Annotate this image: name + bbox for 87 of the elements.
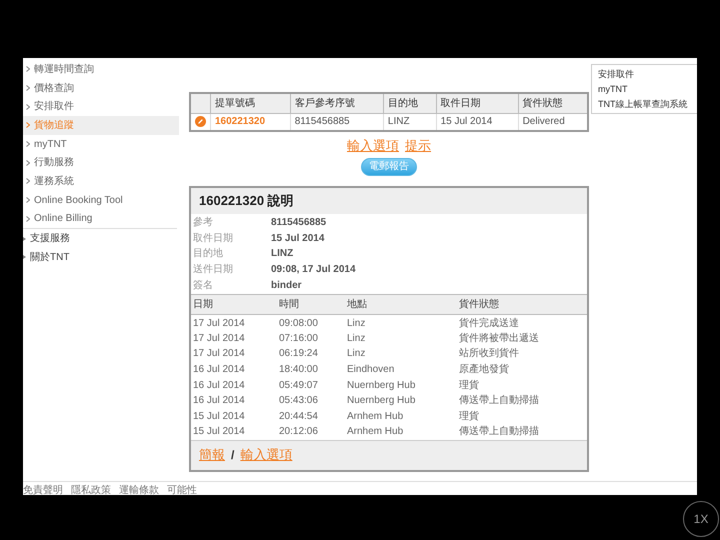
sidebar-section[interactable]: 支援服務 [23,229,179,248]
field-value: LINZ [271,247,294,262]
column-header: 客戶參考序號 [290,93,384,113]
table-cell: Eindhoven [345,362,457,378]
column-header: 貨件狀態 [518,93,588,113]
column-header: 日期 [191,294,277,315]
table-cell: 07:16:00 [277,330,345,346]
table-cell: 傳送帶上自動掃描 [457,424,587,440]
sidebar-item[interactable]: 價格查詢 [23,78,179,98]
table-cell: 16 Jul 2014 [191,362,277,378]
field-value: binder [271,279,302,294]
field-label: 取件日期 [193,232,234,246]
column-header: 提單號碼 [210,93,290,113]
field-label: 送件日期 [193,262,234,278]
chevron-icon [26,122,30,128]
table-cell: 16 Jul 2014 [191,392,277,409]
table-cell: 15 Jul 2014 [436,113,518,131]
table-cell: 05:49:07 [277,377,345,393]
menu-link[interactable]: TNT線上帳單查詢系統 [598,97,697,111]
footer-link[interactable]: 可能性 [167,483,197,498]
chevron-icon [26,178,30,184]
chevron-icon [26,66,30,72]
chevron-icon [26,216,30,222]
table-cell: Linz [345,330,457,346]
footer-link[interactable]: 隱私政策 [71,483,111,498]
sidebar-item[interactable]: Online Billing [23,210,179,228]
column-header: 取件日期 [436,93,518,113]
table-cell: 06:19:24 [277,346,345,362]
table-cell: 20:12:06 [277,424,345,440]
table-cell: 理貨 [457,377,587,393]
table-cell: Arnhem Hub [345,424,457,440]
table-cell: 17 Jul 2014 [191,314,277,331]
column-header: 地點 [345,294,457,315]
table-cell: 貨件完成送達 [457,314,587,331]
table-cell: 理貨 [457,408,587,424]
field-value: 8115456885 [271,216,326,230]
table-cell: 8115456885 [290,113,384,131]
chevron-icon [26,160,30,166]
field-value: 15 Jul 2014 [271,232,324,246]
menu-link[interactable]: 安排取件 [598,67,697,81]
field-label: 目的地 [193,246,224,262]
column-header: 時間 [277,294,345,315]
table-cell: Nuernberg Hub [345,392,457,409]
field-value: 09:08, 17 Jul 2014 [271,263,356,278]
footer-link[interactable]: 運輸條款 [119,483,159,498]
chevron-icon [26,85,30,92]
sidebar-item[interactable]: myTNT [23,134,179,154]
chevron-icon [26,197,30,204]
sidebar-item[interactable]: 行動服務 [23,153,179,172]
table-cell: 05:43:06 [277,392,345,409]
table-cell: 15 Jul 2014 [191,408,277,424]
edit-icon[interactable] [195,116,206,128]
table-cell: 傳送帶上自動掃描 [457,392,587,409]
menu-link[interactable]: myTNT [598,82,697,96]
sidebar-item[interactable]: 運務系統 [23,172,179,191]
table-cell: Delivered [518,113,588,131]
column-header: 目的地 [383,93,436,113]
separator-text: / [231,447,234,464]
table-cell: LINZ [383,113,436,131]
zoom-level-button[interactable]: 1X [683,501,719,537]
chevron-icon [26,104,30,110]
table-cell: 18:40:00 [277,362,345,378]
table-cell: Linz [345,314,457,331]
sidebar-item[interactable]: 安排取件 [23,97,179,116]
sidebar-item[interactable]: Online Booking Tool [23,190,179,210]
table-cell: 17 Jul 2014 [191,330,277,346]
table-cell: Linz [345,346,457,362]
bullet-icon [23,255,26,260]
sidebar-section[interactable]: 關於TNT [23,248,179,267]
field-label: 參考 [193,216,214,230]
chevron-icon [26,141,30,148]
field-label: 簽名 [193,279,214,294]
table-cell: 20:44:54 [277,408,345,424]
column-header: 貨件狀態 [457,294,587,315]
table-cell: 15 Jul 2014 [191,424,277,440]
table-cell: 09:08:00 [277,314,345,331]
table-cell: 原產地發貨 [457,362,587,378]
table-cell: 16 Jul 2014 [191,377,277,393]
sidebar-item[interactable]: 轉運時間查詢 [23,60,179,79]
panel-title: 160221320 說明 [198,192,295,210]
table-cell: Arnhem Hub [345,408,457,424]
bullet-icon [23,236,26,241]
table-cell: 貨件將被帶出遞送 [457,330,587,346]
table-cell: Nuernberg Hub [345,377,457,393]
table-cell: 站所收到貨件 [457,346,587,362]
table-cell: 17 Jul 2014 [191,346,277,362]
footer-link[interactable]: 免責聲明 [23,483,63,498]
